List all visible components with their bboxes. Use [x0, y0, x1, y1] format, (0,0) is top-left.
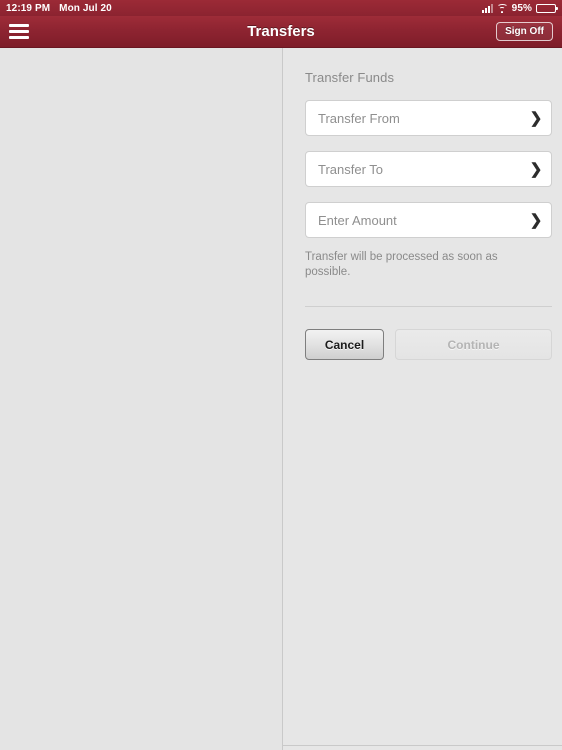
chevron-right-icon: ❯: [529, 160, 543, 178]
status-bar-left: 12:19 PM Mon Jul 20: [6, 3, 112, 14]
wifi-icon: [496, 4, 508, 13]
hamburger-menu-icon[interactable]: [9, 22, 29, 41]
helper-text: Transfer will be processed as soon as po…: [305, 251, 498, 278]
section-title: Transfer Funds: [305, 70, 395, 85]
transfer-from-label: Transfer From: [318, 110, 400, 126]
chevron-right-icon: ❯: [529, 109, 543, 127]
left-detail-pane: [0, 48, 283, 750]
status-date: Mon Jul 20: [59, 2, 112, 14]
enter-amount-label: Enter Amount: [318, 212, 397, 228]
sign-off-button[interactable]: Sign Off: [496, 22, 553, 41]
chevron-right-icon: ❯: [529, 211, 543, 229]
signal-bars-icon: [481, 3, 493, 13]
continue-button: Continue: [395, 329, 552, 360]
page-title: Transfers: [247, 23, 315, 40]
cancel-button[interactable]: Cancel: [305, 329, 384, 360]
transfer-to-field[interactable]: Transfer To ❯: [305, 151, 552, 187]
status-bar-right: 95%: [481, 2, 558, 14]
status-time: 12:19 PM: [6, 2, 51, 14]
battery-icon: [536, 3, 558, 13]
transfer-funds-panel: Transfer Funds Transfer From ❯ Transfer …: [283, 48, 562, 750]
enter-amount-field[interactable]: Enter Amount ❯: [305, 202, 552, 238]
status-bar: 12:19 PM Mon Jul 20 95%: [0, 0, 562, 16]
action-button-row: Cancel Continue: [305, 329, 552, 360]
transfer-to-label: Transfer To: [318, 161, 384, 177]
navigation-bar: Transfers Sign Off: [0, 16, 562, 48]
section-divider: [305, 306, 552, 307]
battery-percent: 95%: [511, 2, 532, 14]
transfer-from-field[interactable]: Transfer From ❯: [305, 100, 552, 136]
content-area: Transfer Funds Transfer From ❯ Transfer …: [0, 48, 562, 750]
